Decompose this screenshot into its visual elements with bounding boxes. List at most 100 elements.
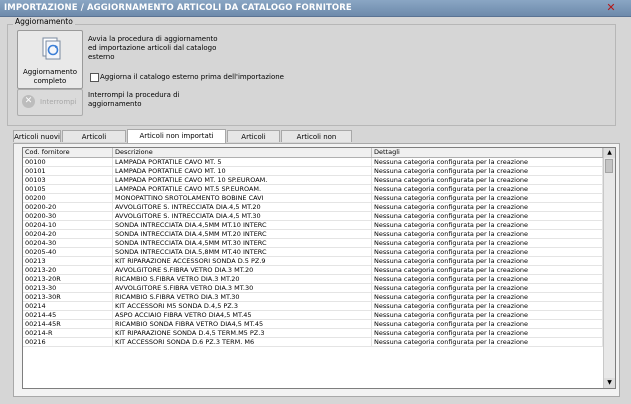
stop-icon: ✕ <box>22 95 35 108</box>
cell-details: Nessuna categoria configurata per la cre… <box>372 212 603 220</box>
cell-supplier-code: 00105 <box>23 185 113 193</box>
cell-supplier-code: 00103 <box>23 176 113 184</box>
tab-new-items[interactable]: Articoli nuovi <box>13 130 61 142</box>
table-row[interactable]: 00200-30 AVVOLGITORE S. INTRECCIATA DIA.4… <box>23 212 603 221</box>
table-row[interactable]: 00100 LAMPADA PORTATILE CAVO MT. 5 Nessuna… <box>23 158 603 167</box>
stop-description: Interrompi la procedura di aggiornamento <box>88 91 180 108</box>
full-update-button[interactable]: Aggiornamento completo <box>17 30 83 89</box>
column-supplier-code[interactable]: Cod. fornitore <box>23 148 113 157</box>
cell-details: Nessuna categoria configurata per la cre… <box>372 311 603 319</box>
table-row[interactable]: 00204-20 SONDA INTRECCIATA DIA.4,5MM MT.2… <box>23 230 603 239</box>
cell-details: Nessuna categoria configurata per la cre… <box>372 221 603 229</box>
cell-supplier-code: 00204-10 <box>23 221 113 229</box>
table-row[interactable]: 00200 MONOPATTINO SROTOLAMENTO BOBINE CAV… <box>23 194 603 203</box>
scroll-down-icon[interactable]: ▼ <box>604 378 615 388</box>
cell-details: Nessuna categoria configurata per la cre… <box>372 275 603 283</box>
table-row[interactable]: 00204-30 SONDA INTRECCIATA DIA.4,5MM MT.3… <box>23 239 603 248</box>
cell-supplier-code: 00204-30 <box>23 239 113 247</box>
update-external-catalog-label[interactable]: Aggiorna il catalogo esterno prima dell'… <box>100 73 284 81</box>
tab-non-removable-items[interactable]: Articoli non rimovibili <box>281 130 352 153</box>
cell-details: Nessuna categoria configurata per la cre… <box>372 248 603 256</box>
not-imported-table[interactable]: Cod. fornitore Descrizione Dettagli 0010… <box>22 147 616 389</box>
cell-details: Nessuna categoria configurata per la cre… <box>372 185 603 193</box>
table-row[interactable]: 00213 KIT RIPARAZIONE ACCESSORI SONDA D.5… <box>23 257 603 266</box>
cell-supplier-code: 00213-20R <box>23 275 113 283</box>
table-row[interactable]: 00105 LAMPADA PORTATILE CAVO MT.5 SP.EURO… <box>23 185 603 194</box>
cell-description: ASPO ACCIAIO FIBRA VETRO DIA4,5 MT.45 <box>113 311 372 319</box>
cell-supplier-code: 00101 <box>23 167 113 175</box>
table-row[interactable]: 00213-20 AVVOLGITORE S.FIBRA VETRO DIA.3 … <box>23 266 603 275</box>
table-row[interactable]: 00101 LAMPADA PORTATILE CAVO MT. 10 Nessun… <box>23 167 603 176</box>
cell-supplier-code: 00213-30R <box>23 293 113 301</box>
table-row[interactable]: 00205-40 SONDA INTRECCIATA DIA.5,8MM MT.4… <box>23 248 603 257</box>
cell-details: Nessuna categoria configurata per la cre… <box>372 293 603 301</box>
cell-details: Nessuna categoria configurata per la cre… <box>372 239 603 247</box>
cell-description: AVVOLGITORE S. INTRECCIATA DIA.4,5 MT.30 <box>113 212 372 220</box>
cell-description: LAMPADA PORTATILE CAVO MT. 10 SP.EUROAM. <box>113 176 372 184</box>
scroll-up-icon[interactable]: ▲ <box>604 148 615 158</box>
cell-description: LAMPADA PORTATILE CAVO MT.5 SP.EUROAM. <box>113 185 372 193</box>
cell-details: Nessuna categoria configurata per la cre… <box>372 302 603 310</box>
cell-supplier-code: 00214 <box>23 302 113 310</box>
table-row[interactable]: 00214-R KIT RIPARAZIONE SONDA D.4,5 TERM.… <box>23 329 603 338</box>
cell-description: KIT RIPARAZIONE ACCESSORI SONDA D.5 PZ.9 <box>113 257 372 265</box>
table-row[interactable]: 00213-20R RICAMBIO S.FIBRA VETRO DIA.3 MT… <box>23 275 603 284</box>
cell-details: Nessuna categoria configurata per la cre… <box>372 266 603 274</box>
cell-supplier-code: 00213-30 <box>23 284 113 292</box>
cell-description: LAMPADA PORTATILE CAVO MT. 5 <box>113 158 372 166</box>
cell-description: SONDA INTRECCIATA DIA.4,5MM MT.10 INTERC <box>113 221 372 229</box>
cell-description: MONOPATTINO SROTOLAMENTO BOBINE CAVI <box>113 194 372 202</box>
cell-details: Nessuna categoria configurata per la cre… <box>372 338 603 346</box>
cell-details: Nessuna categoria configurata per la cre… <box>372 230 603 238</box>
full-update-description: Avvia la procedura di aggiornamento ed i… <box>88 35 218 61</box>
scroll-thumb[interactable] <box>605 159 613 173</box>
table-row[interactable]: 00200-20 AVVOLGITORE S. INTRECCIATA DIA.4… <box>23 203 603 212</box>
table-row[interactable]: 00214-45R RICAMBIO SONDA FIBRA VETRO DIA4… <box>23 320 603 329</box>
cell-supplier-code: 00213 <box>23 257 113 265</box>
cell-description: SONDA INTRECCIATA DIA.4,5MM MT.30 INTERC <box>113 239 372 247</box>
cell-description: KIT RIPARAZIONE SONDA D.4,5 TERM.M5 PZ.3 <box>113 329 372 337</box>
cell-description: RICAMBIO S.FIBRA VETRO DIA.3 MT.30 <box>113 293 372 301</box>
cell-supplier-code: 00216 <box>23 338 113 346</box>
tab-updated-items[interactable]: Articoli aggiornati <box>62 130 126 153</box>
cell-details: Nessuna categoria configurata per la cre… <box>372 167 603 175</box>
stop-button[interactable]: ✕ Interrompi <box>17 89 83 116</box>
group-label: Aggiornamento <box>13 17 75 26</box>
table-row[interactable]: 00216 KIT ACCESSORI SONDA D.6 PZ.3 TERM. … <box>23 338 603 347</box>
title-bar: IMPORTAZIONE / AGGIORNAMENTO ARTICOLI DA… <box>0 0 631 17</box>
cell-description: LAMPADA PORTATILE CAVO MT. 10 <box>113 167 372 175</box>
vertical-scrollbar[interactable]: ▲ ▼ <box>603 148 615 388</box>
column-description[interactable]: Descrizione <box>113 148 372 157</box>
tab-removed-items[interactable]: Articoli rimossi <box>227 130 280 153</box>
cell-supplier-code: 00200-20 <box>23 203 113 211</box>
update-external-catalog-checkbox[interactable] <box>90 73 99 82</box>
cell-details: Nessuna categoria configurata per la cre… <box>372 320 603 328</box>
close-icon[interactable]: ✕ <box>605 2 617 14</box>
cell-supplier-code: 00205-40 <box>23 248 113 256</box>
tab-not-imported-items[interactable]: Articoli non importati (6815) <box>127 129 226 152</box>
column-details[interactable]: Dettagli <box>372 148 603 157</box>
cell-supplier-code: 00204-20 <box>23 230 113 238</box>
cell-details: Nessuna categoria configurata per la cre… <box>372 176 603 184</box>
table-row[interactable]: 00213-30R RICAMBIO S.FIBRA VETRO DIA.3 MT… <box>23 293 603 302</box>
cell-supplier-code: 00214-45R <box>23 320 113 328</box>
cell-supplier-code: 00214-R <box>23 329 113 337</box>
table-row[interactable]: 00103 LAMPADA PORTATILE CAVO MT. 10 SP.EU… <box>23 176 603 185</box>
table-row[interactable]: 00214 KIT ACCESSORI M5 SONDA D.4,5 PZ.3 Ne… <box>23 302 603 311</box>
document-refresh-icon <box>42 37 61 60</box>
full-update-label: Aggiornamento completo <box>23 68 77 85</box>
cell-supplier-code: 00200-30 <box>23 212 113 220</box>
cell-description: KIT ACCESSORI SONDA D.6 PZ.3 TERM. M6 <box>113 338 372 346</box>
table-row[interactable]: 00213-30 AVVOLGITORE S.FIBRA VETRO DIA.3 … <box>23 284 603 293</box>
cell-details: Nessuna categoria configurata per la cre… <box>372 284 603 292</box>
cell-description: AVVOLGITORE S. INTRECCIATA DIA.4,5 MT.20 <box>113 203 372 211</box>
cell-description: AVVOLGITORE S.FIBRA VETRO DIA.3 MT.20 <box>113 266 372 274</box>
table-row[interactable]: 00204-10 SONDA INTRECCIATA DIA.4,5MM MT.1… <box>23 221 603 230</box>
table-header: Cod. fornitore Descrizione Dettagli <box>23 148 603 158</box>
window-title: IMPORTAZIONE / AGGIORNAMENTO ARTICOLI DA… <box>4 3 352 13</box>
cell-description: SONDA INTRECCIATA DIA.5,8MM MT.40 INTERC <box>113 248 372 256</box>
cell-description: RICAMBIO SONDA FIBRA VETRO DIA4,5 MT.45 <box>113 320 372 328</box>
table-row[interactable]: 00214-45 ASPO ACCIAIO FIBRA VETRO DIA4,5 … <box>23 311 603 320</box>
cell-details: Nessuna categoria configurata per la cre… <box>372 257 603 265</box>
cell-details: Nessuna categoria configurata per la cre… <box>372 194 603 202</box>
